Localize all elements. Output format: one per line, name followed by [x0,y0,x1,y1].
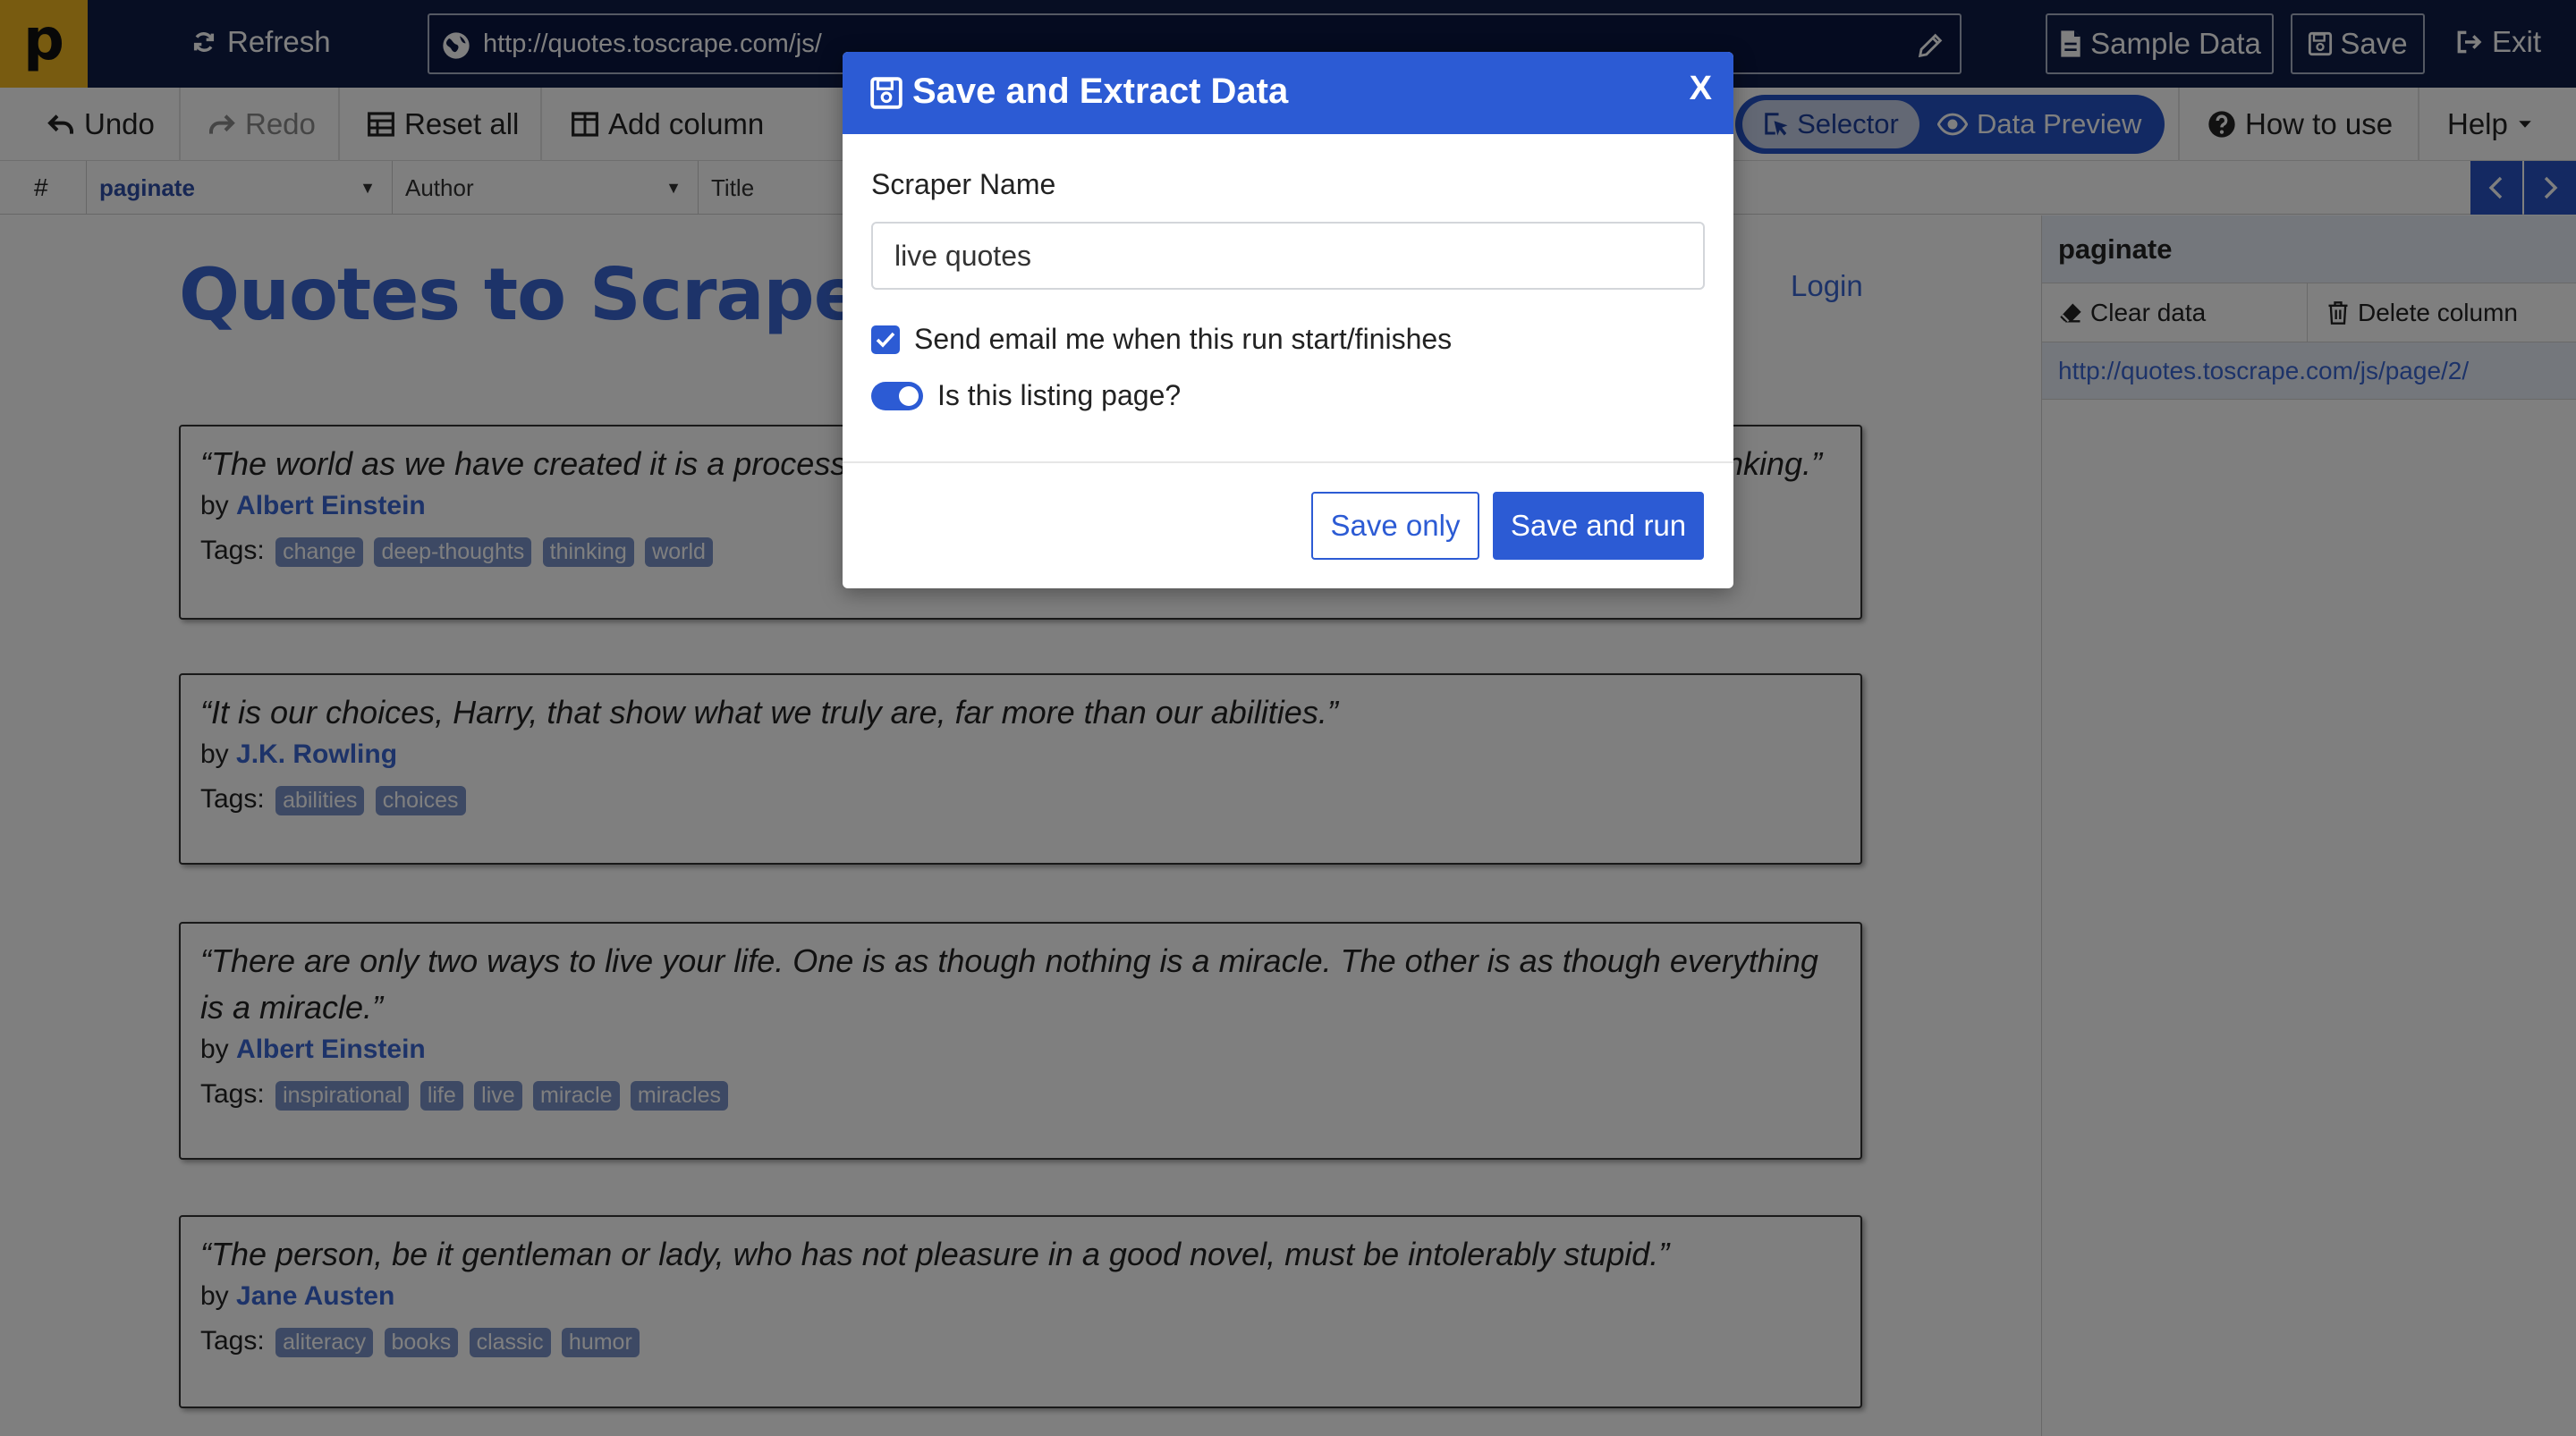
dialog-header: Save and Extract Data X [843,52,1733,134]
dialog-divider [843,461,1733,463]
dialog-close-button[interactable]: X [1690,70,1712,108]
listing-page-option[interactable]: Is this listing page? [871,379,1181,412]
scraper-name-input[interactable] [871,222,1705,290]
save-and-run-button[interactable]: Save and run [1493,492,1704,560]
toggle-knob [899,385,919,406]
email-notify-label: Send email me when this run start/finish… [914,323,1453,355]
checkmark-icon [876,332,895,348]
dialog-title: Save and Extract Data [912,72,1289,111]
save-extract-dialog: Save and Extract Data X Scraper Name Sen… [843,52,1733,588]
listing-page-toggle[interactable] [871,381,923,410]
listing-page-label: Is this listing page? [937,379,1182,411]
email-notify-option[interactable]: Send email me when this run start/finish… [871,323,1452,356]
floppy-icon [870,77,902,109]
email-notify-checkbox[interactable] [871,325,900,354]
scraper-name-label: Scraper Name [871,168,1056,200]
save-only-button[interactable]: Save only [1311,492,1479,560]
